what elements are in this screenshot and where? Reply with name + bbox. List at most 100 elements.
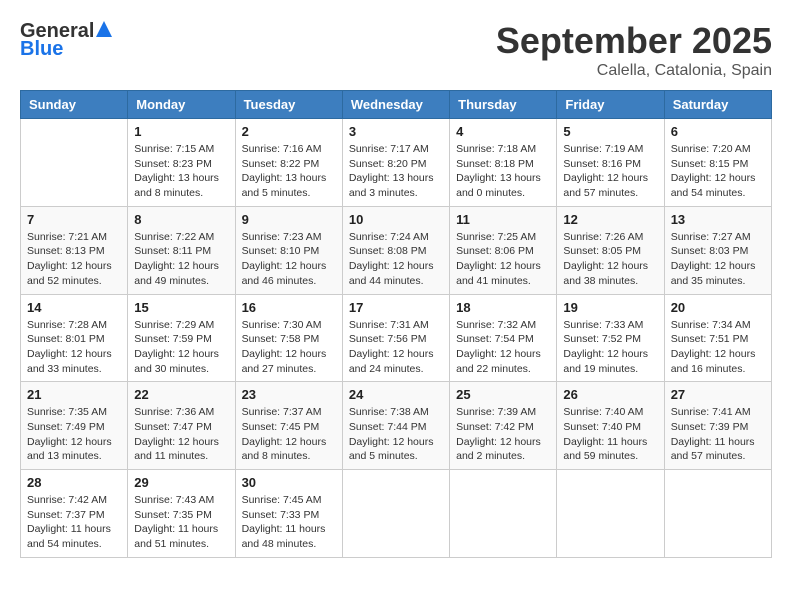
calendar-cell: 12Sunrise: 7:26 AMSunset: 8:05 PMDayligh…: [557, 206, 664, 294]
day-info: Sunrise: 7:28 AMSunset: 8:01 PMDaylight:…: [27, 318, 121, 377]
day-info: Sunrise: 7:38 AMSunset: 7:44 PMDaylight:…: [349, 405, 443, 464]
day-number: 18: [456, 300, 550, 315]
day-number: 11: [456, 212, 550, 227]
calendar-cell: 8 Sunrise: 7:22 AMSunset: 8:11 PMDaylight…: [128, 206, 235, 294]
day-number: 24: [349, 387, 443, 402]
calendar-cell: 30 Sunrise: 7:45 AMSunset: 7:33 PMDayligh…: [235, 470, 342, 558]
day-number: 14: [27, 300, 121, 315]
day-of-week-header: Saturday: [664, 91, 771, 119]
day-number: 27: [671, 387, 765, 402]
day-info: Sunrise: 7:32 AMSunset: 7:54 PMDaylight:…: [456, 318, 550, 377]
calendar-cell: 7Sunrise: 7:21 AMSunset: 8:13 PMDaylight…: [21, 206, 128, 294]
day-info: Sunrise: 7:23 AMSunset: 8:10 PMDaylight:…: [242, 230, 336, 289]
calendar-cell: 18 Sunrise: 7:32 AMSunset: 7:54 PMDayligh…: [450, 294, 557, 382]
day-info: Sunrise: 7:37 AMSunset: 7:45 PMDaylight:…: [242, 405, 336, 464]
calendar-cell: 28Sunrise: 7:42 AMSunset: 7:37 PMDayligh…: [21, 470, 128, 558]
day-info: Sunrise: 7:15 AMSunset: 8:23 PMDaylight:…: [134, 142, 228, 201]
day-number: 8: [134, 212, 228, 227]
calendar-cell: 3 Sunrise: 7:17 AMSunset: 8:20 PMDaylight…: [342, 119, 449, 207]
day-number: 21: [27, 387, 121, 402]
calendar-cell: 20Sunrise: 7:34 AMSunset: 7:51 PMDayligh…: [664, 294, 771, 382]
day-info: Sunrise: 7:17 AMSunset: 8:20 PMDaylight:…: [349, 142, 443, 201]
calendar-cell: 19 Sunrise: 7:33 AMSunset: 7:52 PMDayligh…: [557, 294, 664, 382]
day-info: Sunrise: 7:31 AMSunset: 7:56 PMDaylight:…: [349, 318, 443, 377]
day-of-week-header: Sunday: [21, 91, 128, 119]
day-of-week-header: Tuesday: [235, 91, 342, 119]
day-info: Sunrise: 7:33 AMSunset: 7:52 PMDaylight:…: [563, 318, 657, 377]
day-number: 22: [134, 387, 228, 402]
calendar-table: SundayMondayTuesdayWednesdayThursdayFrid…: [20, 90, 772, 558]
month-title: September 2025: [496, 20, 772, 62]
day-number: 30: [242, 475, 336, 490]
calendar-cell: 16Sunrise: 7:30 AMSunset: 7:58 PMDayligh…: [235, 294, 342, 382]
day-info: Sunrise: 7:45 AMSunset: 7:33 PMDaylight:…: [242, 493, 336, 552]
day-of-week-header: Thursday: [450, 91, 557, 119]
calendar-week-row: 14 Sunrise: 7:28 AMSunset: 8:01 PMDayligh…: [21, 294, 772, 382]
page-header: General Blue September 2025 Calella, Cat…: [20, 20, 772, 80]
day-info: Sunrise: 7:20 AMSunset: 8:15 PMDaylight:…: [671, 142, 765, 201]
day-info: Sunrise: 7:40 AMSunset: 7:40 PMDaylight:…: [563, 405, 657, 464]
day-number: 16: [242, 300, 336, 315]
calendar-cell: 25Sunrise: 7:39 AMSunset: 7:42 PMDayligh…: [450, 382, 557, 470]
day-number: 2: [242, 124, 336, 139]
calendar-cell: 26 Sunrise: 7:40 AMSunset: 7:40 PMDayligh…: [557, 382, 664, 470]
logo-icon: [96, 21, 112, 37]
day-number: 5: [563, 124, 657, 139]
logo-text-blue: Blue: [20, 38, 63, 60]
calendar-cell: [21, 119, 128, 207]
day-info: Sunrise: 7:27 AMSunset: 8:03 PMDaylight:…: [671, 230, 765, 289]
day-number: 19: [563, 300, 657, 315]
day-number: 13: [671, 212, 765, 227]
day-info: Sunrise: 7:41 AMSunset: 7:39 PMDaylight:…: [671, 405, 765, 464]
day-info: Sunrise: 7:22 AMSunset: 8:11 PMDaylight:…: [134, 230, 228, 289]
day-info: Sunrise: 7:36 AMSunset: 7:47 PMDaylight:…: [134, 405, 228, 464]
day-info: Sunrise: 7:18 AMSunset: 8:18 PMDaylight:…: [456, 142, 550, 201]
calendar-week-row: 21Sunrise: 7:35 AMSunset: 7:49 PMDayligh…: [21, 382, 772, 470]
day-info: Sunrise: 7:19 AMSunset: 8:16 PMDaylight:…: [563, 142, 657, 201]
title-section: September 2025 Calella, Catalonia, Spain: [496, 20, 772, 80]
calendar-cell: 24 Sunrise: 7:38 AMSunset: 7:44 PMDayligh…: [342, 382, 449, 470]
day-of-week-header: Monday: [128, 91, 235, 119]
day-number: 10: [349, 212, 443, 227]
calendar-cell: 10 Sunrise: 7:24 AMSunset: 8:08 PMDayligh…: [342, 206, 449, 294]
logo: General Blue: [20, 20, 112, 60]
calendar-week-row: 28Sunrise: 7:42 AMSunset: 7:37 PMDayligh…: [21, 470, 772, 558]
day-info: Sunrise: 7:25 AMSunset: 8:06 PMDaylight:…: [456, 230, 550, 289]
day-info: Sunrise: 7:34 AMSunset: 7:51 PMDaylight:…: [671, 318, 765, 377]
day-number: 17: [349, 300, 443, 315]
calendar-cell: 11 Sunrise: 7:25 AMSunset: 8:06 PMDayligh…: [450, 206, 557, 294]
calendar-cell: 2 Sunrise: 7:16 AMSunset: 8:22 PMDaylight…: [235, 119, 342, 207]
calendar-cell: 29Sunrise: 7:43 AMSunset: 7:35 PMDayligh…: [128, 470, 235, 558]
day-of-week-header: Wednesday: [342, 91, 449, 119]
calendar-cell: 21Sunrise: 7:35 AMSunset: 7:49 PMDayligh…: [21, 382, 128, 470]
calendar-cell: 6 Sunrise: 7:20 AMSunset: 8:15 PMDaylight…: [664, 119, 771, 207]
day-info: Sunrise: 7:39 AMSunset: 7:42 PMDaylight:…: [456, 405, 550, 464]
calendar-cell: 9Sunrise: 7:23 AMSunset: 8:10 PMDaylight…: [235, 206, 342, 294]
calendar-cell: 4 Sunrise: 7:18 AMSunset: 8:18 PMDaylight…: [450, 119, 557, 207]
day-number: 3: [349, 124, 443, 139]
day-number: 6: [671, 124, 765, 139]
calendar-cell: 15Sunrise: 7:29 AMSunset: 7:59 PMDayligh…: [128, 294, 235, 382]
calendar-cell: 1 Sunrise: 7:15 AMSunset: 8:23 PMDaylight…: [128, 119, 235, 207]
day-number: 4: [456, 124, 550, 139]
calendar-cell: 17 Sunrise: 7:31 AMSunset: 7:56 PMDayligh…: [342, 294, 449, 382]
calendar-week-row: 7Sunrise: 7:21 AMSunset: 8:13 PMDaylight…: [21, 206, 772, 294]
day-number: 12: [563, 212, 657, 227]
calendar-cell: 23 Sunrise: 7:37 AMSunset: 7:45 PMDayligh…: [235, 382, 342, 470]
calendar-cell: 27 Sunrise: 7:41 AMSunset: 7:39 PMDayligh…: [664, 382, 771, 470]
day-info: Sunrise: 7:29 AMSunset: 7:59 PMDaylight:…: [134, 318, 228, 377]
day-info: Sunrise: 7:24 AMSunset: 8:08 PMDaylight:…: [349, 230, 443, 289]
day-info: Sunrise: 7:16 AMSunset: 8:22 PMDaylight:…: [242, 142, 336, 201]
calendar-week-row: 1 Sunrise: 7:15 AMSunset: 8:23 PMDaylight…: [21, 119, 772, 207]
day-number: 23: [242, 387, 336, 402]
day-number: 1: [134, 124, 228, 139]
calendar-cell: 14 Sunrise: 7:28 AMSunset: 8:01 PMDayligh…: [21, 294, 128, 382]
day-info: Sunrise: 7:42 AMSunset: 7:37 PMDaylight:…: [27, 493, 121, 552]
calendar-cell: 13 Sunrise: 7:27 AMSunset: 8:03 PMDayligh…: [664, 206, 771, 294]
day-info: Sunrise: 7:21 AMSunset: 8:13 PMDaylight:…: [27, 230, 121, 289]
calendar-cell: 5 Sunrise: 7:19 AMSunset: 8:16 PMDaylight…: [557, 119, 664, 207]
day-number: 29: [134, 475, 228, 490]
day-number: 26: [563, 387, 657, 402]
calendar-cell: [450, 470, 557, 558]
location: Calella, Catalonia, Spain: [496, 62, 772, 80]
